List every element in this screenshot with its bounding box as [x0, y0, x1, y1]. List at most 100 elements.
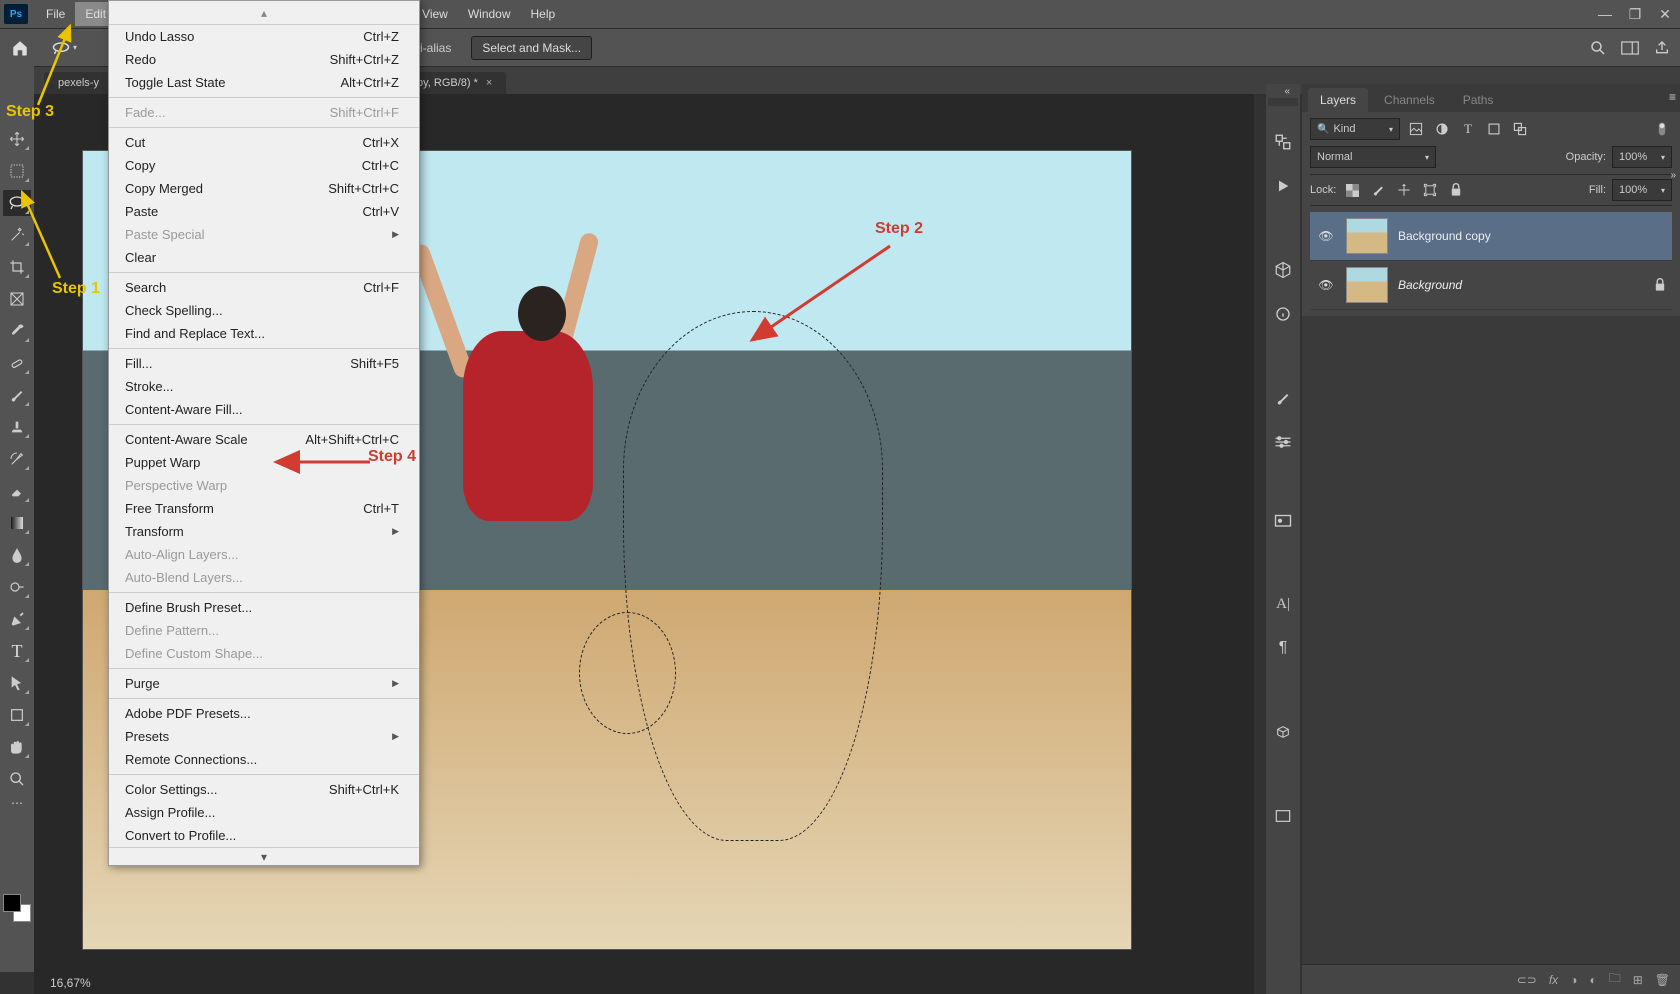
- tab-channels[interactable]: Channels: [1372, 88, 1447, 112]
- menuitem-search[interactable]: SearchCtrl+F: [109, 276, 419, 299]
- menuitem-undo[interactable]: Undo LassoCtrl+Z: [109, 25, 419, 48]
- layer-thumbnail[interactable]: [1346, 267, 1388, 303]
- lock-all-icon[interactable]: [1446, 180, 1466, 200]
- filter-smart-icon[interactable]: [1510, 119, 1530, 139]
- menuitem-toggle-last-state[interactable]: Toggle Last StateAlt+Ctrl+Z: [109, 71, 419, 94]
- brush-panel-icon[interactable]: [1270, 386, 1296, 410]
- blur-tool[interactable]: [3, 542, 31, 568]
- menuitem-clear[interactable]: Clear: [109, 246, 419, 269]
- layer-fx-icon[interactable]: fx: [1549, 973, 1558, 987]
- select-and-mask-button[interactable]: Select and Mask...: [471, 36, 592, 60]
- layer-name[interactable]: Background copy: [1398, 229, 1666, 243]
- character-panel-icon[interactable]: A|: [1270, 592, 1296, 616]
- menuitem-paste[interactable]: PasteCtrl+V: [109, 200, 419, 223]
- menuitem-free-transform[interactable]: Free TransformCtrl+T: [109, 497, 419, 520]
- 3d-cube-panel-icon[interactable]: [1270, 720, 1296, 744]
- tools-expand-handle[interactable]: ⋯: [3, 798, 31, 808]
- eraser-tool[interactable]: [3, 478, 31, 504]
- panel-collapse-chevron[interactable]: »: [1670, 168, 1676, 182]
- tab-close-icon[interactable]: ×: [486, 77, 492, 89]
- menuitem-content-aware-fill[interactable]: Content-Aware Fill...: [109, 398, 419, 421]
- opacity-input[interactable]: 100%▾: [1612, 146, 1672, 168]
- menu-help[interactable]: Help: [521, 2, 566, 26]
- play-panel-icon[interactable]: [1270, 174, 1296, 198]
- libraries-panel-icon[interactable]: [1270, 508, 1296, 532]
- menuitem-copy[interactable]: CopyCtrl+C: [109, 154, 419, 177]
- foreground-color-swatch[interactable]: [3, 894, 21, 912]
- paragraph-panel-icon[interactable]: ¶: [1270, 636, 1296, 660]
- adjustments-panel-icon[interactable]: [1270, 430, 1296, 454]
- layer-name[interactable]: Background: [1398, 278, 1644, 292]
- crop-tool[interactable]: [3, 254, 31, 280]
- menuitem-convert-profile[interactable]: Convert to Profile...: [109, 824, 419, 847]
- pen-tool[interactable]: [3, 606, 31, 632]
- filter-shape-icon[interactable]: [1484, 119, 1504, 139]
- navigator-panel-icon[interactable]: [1270, 804, 1296, 828]
- layer-item[interactable]: 👁 Background copy: [1310, 212, 1672, 261]
- menuitem-cut[interactable]: CutCtrl+X: [109, 131, 419, 154]
- move-tool[interactable]: [3, 126, 31, 152]
- lock-transparency-icon[interactable]: [1342, 180, 1362, 200]
- layer-mask-icon[interactable]: ◑: [1570, 973, 1577, 987]
- menuitem-check-spelling[interactable]: Check Spelling...: [109, 299, 419, 322]
- restore-button[interactable]: ❐: [1620, 0, 1650, 28]
- layer-item[interactable]: 👁 Background: [1310, 261, 1672, 310]
- healing-brush-tool[interactable]: [3, 350, 31, 376]
- filter-pixel-icon[interactable]: [1406, 119, 1426, 139]
- blend-mode-select[interactable]: Normal▾: [1310, 146, 1436, 168]
- menuitem-copy-merged[interactable]: Copy MergedShift+Ctrl+C: [109, 177, 419, 200]
- close-button[interactable]: ✕: [1650, 0, 1680, 28]
- menuitem-define-brush[interactable]: Define Brush Preset...: [109, 596, 419, 619]
- menuitem-redo[interactable]: RedoShift+Ctrl+Z: [109, 48, 419, 71]
- fill-input[interactable]: 100%▾: [1612, 179, 1672, 201]
- panel-flyout-menu[interactable]: ≡: [1669, 90, 1676, 104]
- menuitem-stroke[interactable]: Stroke...: [109, 375, 419, 398]
- layer-filter-select[interactable]: 🔍Kind▾: [1310, 118, 1400, 140]
- menuitem-content-aware-scale[interactable]: Content-Aware ScaleAlt+Shift+Ctrl+C: [109, 428, 419, 451]
- menuitem-pdf-presets[interactable]: Adobe PDF Presets...: [109, 702, 419, 725]
- frame-tool[interactable]: [3, 286, 31, 312]
- menuitem-remote-connections[interactable]: Remote Connections...: [109, 748, 419, 771]
- marquee-tool[interactable]: [3, 158, 31, 184]
- dodge-tool[interactable]: [3, 574, 31, 600]
- menuitem-find-replace[interactable]: Find and Replace Text...: [109, 322, 419, 345]
- menuitem-purge[interactable]: Purge▶: [109, 672, 419, 695]
- menuitem-color-settings[interactable]: Color Settings...Shift+Ctrl+K: [109, 778, 419, 801]
- filter-adjust-icon[interactable]: [1432, 119, 1452, 139]
- menu-window[interactable]: Window: [458, 2, 521, 26]
- lasso-tool[interactable]: [3, 190, 31, 216]
- eyedropper-tool[interactable]: [3, 318, 31, 344]
- group-layers-icon[interactable]: 🗀: [1609, 969, 1621, 990]
- 3d-panel-icon[interactable]: [1270, 258, 1296, 282]
- menuitem-presets[interactable]: Presets▶: [109, 725, 419, 748]
- menuitem-assign-profile[interactable]: Assign Profile...: [109, 801, 419, 824]
- lock-position-icon[interactable]: [1394, 180, 1414, 200]
- filter-toggle[interactable]: [1652, 119, 1672, 139]
- strip-collapse-chevron[interactable]: «: [1284, 84, 1290, 98]
- minimize-button[interactable]: —: [1590, 0, 1620, 28]
- tab-paths[interactable]: Paths: [1451, 88, 1506, 112]
- path-select-tool[interactable]: [3, 670, 31, 696]
- menu-file[interactable]: File: [36, 2, 75, 26]
- menuitem-puppet-warp[interactable]: Puppet Warp: [109, 451, 419, 474]
- home-button[interactable]: [6, 35, 34, 61]
- dropdown-scroll-up[interactable]: ▴: [109, 1, 419, 25]
- layer-thumbnail[interactable]: [1346, 218, 1388, 254]
- layer-visibility-icon[interactable]: 👁: [1316, 229, 1336, 243]
- delete-layer-icon[interactable]: 🗑: [1655, 973, 1670, 987]
- gradient-tool[interactable]: [3, 510, 31, 536]
- type-tool[interactable]: T: [3, 638, 31, 664]
- zoom-tool[interactable]: [3, 766, 31, 792]
- hand-tool[interactable]: [3, 734, 31, 760]
- menuitem-transform[interactable]: Transform▶: [109, 520, 419, 543]
- lasso-tool-preset[interactable]: ▾: [40, 35, 88, 61]
- clone-stamp-tool[interactable]: [3, 414, 31, 440]
- history-brush-tool[interactable]: [3, 446, 31, 472]
- lock-artboard-icon[interactable]: [1420, 180, 1440, 200]
- search-icon[interactable]: [1588, 38, 1608, 58]
- color-swatches[interactable]: [3, 894, 31, 922]
- share-icon[interactable]: [1652, 38, 1672, 58]
- workspace-switch-icon[interactable]: [1620, 38, 1640, 58]
- dropdown-scroll-down[interactable]: ▾: [109, 847, 419, 865]
- brush-tool[interactable]: [3, 382, 31, 408]
